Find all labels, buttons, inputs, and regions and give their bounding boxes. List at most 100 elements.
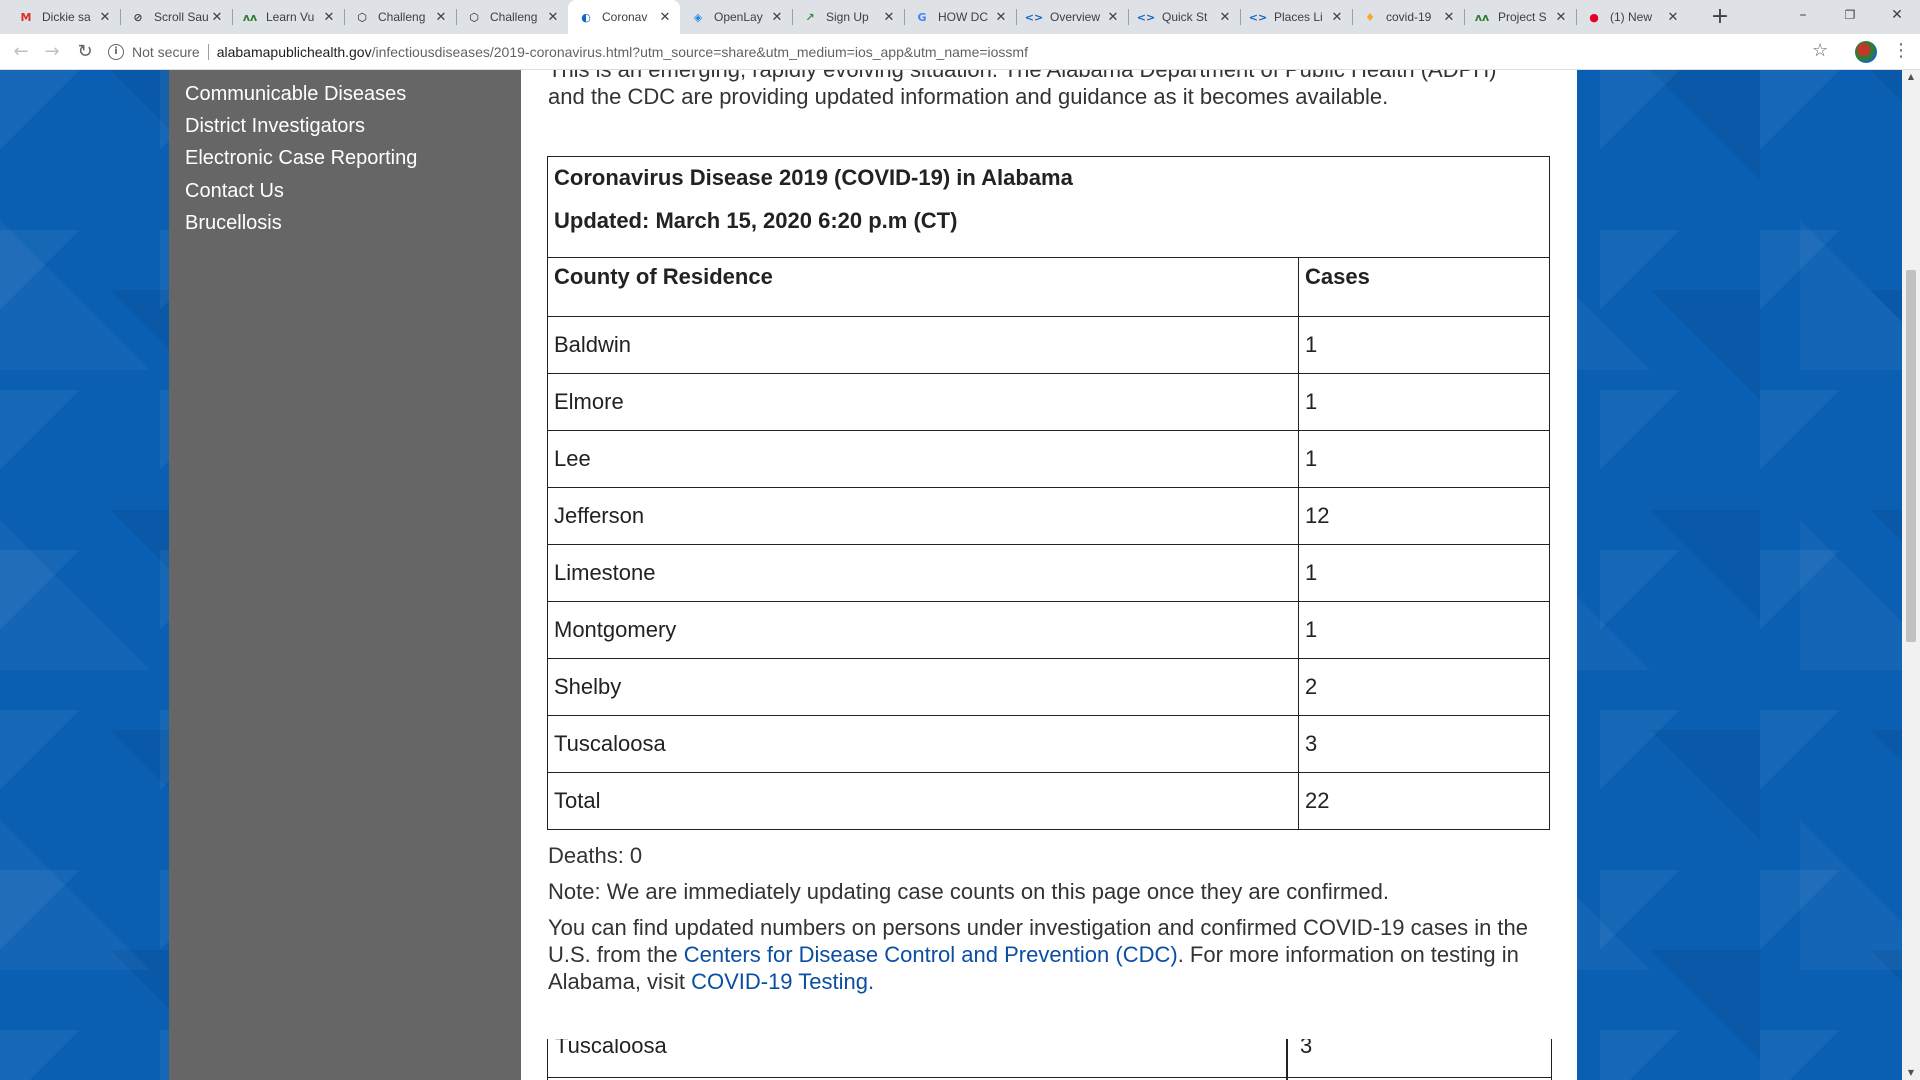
sidebar-link-electronic-case-reporting[interactable]: Electronic Case Reporting: [185, 147, 417, 170]
county-cell: Lee: [547, 430, 1299, 488]
browser-tab[interactable]: ● (1) New ✕: [1576, 0, 1688, 34]
browser-tab[interactable]: ◈ OpenLay ✕: [680, 0, 792, 34]
tab-close-icon[interactable]: ✕: [544, 10, 562, 25]
intro-line: This is an emerging, rapidly evolving si…: [548, 70, 1568, 83]
county-cell: Elmore: [547, 373, 1299, 431]
tab-separator: [120, 9, 121, 25]
tab-close-icon[interactable]: ✕: [1328, 10, 1346, 25]
tab-close-icon[interactable]: ✕: [1552, 10, 1570, 25]
gmail-icon: M: [20, 10, 32, 24]
table-row: Elmore 1: [547, 373, 1550, 431]
close-window-button[interactable]: ✕: [1874, 0, 1920, 30]
tab-close-icon[interactable]: ✕: [320, 10, 338, 25]
covid-testing-link[interactable]: COVID-19 Testing.: [691, 969, 874, 994]
tab-separator: [344, 9, 345, 25]
sidebar-link-contact-us[interactable]: Contact Us: [185, 180, 284, 203]
new-tab-button[interactable]: +: [1707, 4, 1733, 30]
address-bar[interactable]: i Not secure alabamapublichealth.gov /in…: [108, 38, 1838, 66]
tab-title: Quick St: [1162, 10, 1208, 24]
county-cell: Shelby: [547, 658, 1299, 716]
google-icon: G: [917, 10, 927, 24]
covid-cases-table: Coronavirus Disease 2019 (COVID-19) in A…: [547, 156, 1550, 830]
browser-toolbar: ← → ↻ i Not secure alabamapublichealth.g…: [0, 34, 1920, 70]
browser-tab[interactable]: G HOW DC ✕: [904, 0, 1016, 34]
page-scrollbar[interactable]: ▲ ▼: [1902, 70, 1920, 1080]
county-cell: Montgomery: [547, 601, 1299, 659]
adph-icon: ◐: [581, 10, 591, 24]
table-row: Baldwin 1: [547, 316, 1550, 374]
tab-close-icon[interactable]: ✕: [208, 10, 226, 25]
cases-cell: 1: [1298, 373, 1550, 431]
back-button[interactable]: ←: [7, 38, 35, 66]
web-page: Communicable Diseases District Investiga…: [0, 70, 1902, 1080]
browser-tab[interactable]: <> Quick St ✕: [1128, 0, 1240, 34]
maximize-button[interactable]: ❐: [1827, 0, 1873, 30]
forward-button[interactable]: →: [38, 38, 66, 66]
tab-title: Challeng: [490, 10, 538, 24]
cases-cell: 2: [1298, 658, 1550, 716]
reload-button[interactable]: ↻: [71, 38, 99, 66]
cases-cell: 1: [1298, 316, 1550, 374]
table-row: Jefferson 12: [547, 487, 1550, 545]
cdc-link[interactable]: Centers for Disease Control and Preventi…: [684, 942, 1178, 967]
table-caption: Coronavirus Disease 2019 (COVID-19) in A…: [547, 156, 1550, 258]
tab-title: Learn Vu: [266, 10, 315, 24]
scroll-down-arrow[interactable]: ▼: [1902, 1066, 1920, 1080]
url-host: alabamapublichealth.gov: [216, 44, 372, 60]
code-icon: <>: [1136, 10, 1156, 24]
intro-paragraph: This is an emerging, rapidly evolving si…: [548, 70, 1568, 110]
intro-line: and the CDC are providing updated inform…: [548, 84, 1389, 109]
project-icon: ʌʌ: [1474, 10, 1490, 24]
tab-separator: [232, 9, 233, 25]
kebab-menu-icon[interactable]: ⋮: [1892, 40, 1910, 61]
scroll-up-arrow[interactable]: ▲: [1902, 70, 1920, 84]
learn-icon: ʌʌ: [242, 10, 258, 24]
tab-close-icon[interactable]: ✕: [1104, 10, 1122, 25]
browser-tab[interactable]: ⬡ Challeng ✕: [344, 0, 456, 34]
main-content: This is an emerging, rapidly evolving si…: [521, 70, 1577, 1080]
scroll-thumb[interactable]: [1906, 270, 1916, 642]
minimize-button[interactable]: –: [1780, 0, 1826, 30]
table-updated: Updated: March 15, 2020 6:20 p.m (CT): [554, 208, 958, 233]
browser-tab[interactable]: ♦ covid-19 ✕: [1352, 0, 1464, 34]
tab-close-icon[interactable]: ✕: [768, 10, 786, 25]
tab-title: Dickie sa: [42, 10, 91, 24]
table-row: Lee 1: [547, 430, 1550, 488]
browser-tab[interactable]: ⬡ Challeng ✕: [456, 0, 568, 34]
browser-tab[interactable]: <> Overview ✕: [1016, 0, 1128, 34]
tab-close-icon[interactable]: ✕: [880, 10, 898, 25]
tab-close-icon[interactable]: ✕: [1216, 10, 1234, 25]
tab-title: Coronav: [602, 10, 648, 24]
challenge-icon: ⬡: [357, 10, 367, 24]
browser-tab[interactable]: ʌʌ Project S ✕: [1464, 0, 1576, 34]
cases-cell: 1: [1298, 430, 1550, 488]
browser-tab[interactable]: M Dickie sa ✕: [8, 0, 120, 34]
browser-tab[interactable]: <> Places Li ✕: [1240, 0, 1352, 34]
table-title: Coronavirus Disease 2019 (COVID-19) in A…: [554, 165, 1073, 190]
tab-close-icon[interactable]: ✕: [1440, 10, 1458, 25]
bookmark-star-icon[interactable]: ☆: [1812, 40, 1828, 61]
column-header-cases: Cases: [1298, 257, 1550, 317]
tab-close-icon[interactable]: ✕: [96, 10, 114, 25]
profile-avatar[interactable]: [1855, 41, 1877, 63]
security-label: Not secure: [132, 44, 200, 60]
tab-close-icon[interactable]: ✕: [992, 10, 1010, 25]
info-icon[interactable]: i: [108, 44, 124, 60]
tab-close-icon[interactable]: ✕: [432, 10, 450, 25]
county-cell: Tuscaloosa: [547, 715, 1299, 773]
sidebar-link-communicable-diseases[interactable]: Communicable Diseases: [185, 83, 406, 106]
sidebar-link-brucellosis[interactable]: Brucellosis: [185, 212, 282, 235]
second-table-fragment: Tuscaloosa 3: [547, 1039, 1552, 1080]
tab-close-icon[interactable]: ✕: [1664, 10, 1682, 25]
browser-tab[interactable]: ⊘ Scroll Sau ✕: [120, 0, 232, 34]
sidebar-link-district-investigators[interactable]: District Investigators: [185, 115, 365, 138]
cases-cell: 3: [1298, 715, 1550, 773]
browser-tab[interactable]: ʌʌ Learn Vu ✕: [232, 0, 344, 34]
tab-close-icon[interactable]: ✕: [656, 10, 674, 25]
table-row: Tuscaloosa 3: [548, 1039, 1551, 1078]
scroll-icon: ⊘: [133, 10, 143, 24]
address-divider: [207, 44, 209, 60]
browser-tab[interactable]: ↗ Sign Up ✕: [792, 0, 904, 34]
browser-tab[interactable]: ◐ Coronav ✕: [568, 0, 680, 34]
tab-title: Overview: [1050, 10, 1101, 24]
